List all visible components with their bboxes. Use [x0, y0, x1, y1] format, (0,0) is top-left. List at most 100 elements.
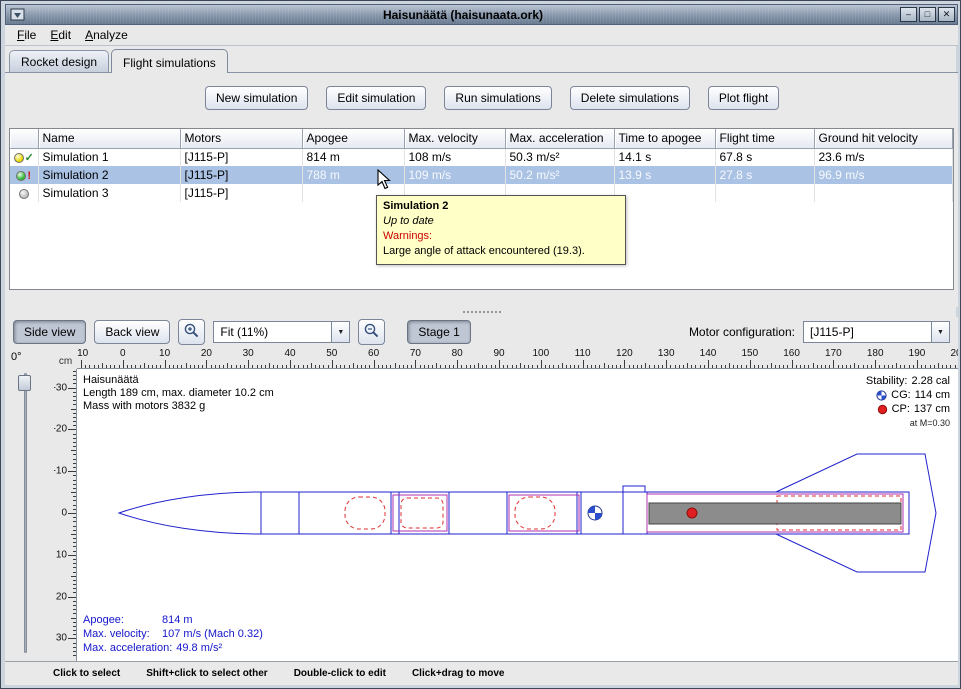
new-simulation-button[interactable]: New simulation	[205, 86, 308, 110]
ruler-tick	[395, 363, 396, 368]
ruler-tick	[311, 363, 312, 368]
zoom-select[interactable]: Fit (11%) ▼	[213, 321, 350, 343]
ruler-label: -10	[77, 348, 88, 359]
titlebar[interactable]: Haisunäätä (haisunaata.ork) – □ ✕	[5, 4, 958, 25]
table-cell[interactable]: Simulation 1	[38, 148, 180, 166]
ruler-tick	[223, 365, 224, 368]
table-cell[interactable]: [J115-P]	[180, 184, 302, 202]
table-cell[interactable]: 814 m	[302, 148, 404, 166]
menu-edit[interactable]: Edit	[43, 26, 78, 44]
ruler-tick	[457, 360, 458, 368]
table-cell[interactable]: [J115-P]	[180, 166, 302, 184]
table-cell[interactable]: [J115-P]	[180, 148, 302, 166]
slider-thumb[interactable]	[18, 375, 31, 391]
ruler-tick	[73, 496, 76, 497]
ruler-tick	[194, 365, 195, 368]
minimize-button[interactable]: –	[900, 7, 917, 22]
close-button[interactable]: ✕	[938, 7, 955, 22]
table-cell[interactable]	[614, 184, 715, 202]
plot-flight-button[interactable]: Plot flight	[708, 86, 779, 110]
menu-file[interactable]: File	[10, 26, 43, 44]
header-flight-time[interactable]: Flight time	[715, 129, 814, 148]
table-cell[interactable]: Simulation 2	[38, 166, 180, 184]
table-cell[interactable]	[715, 184, 814, 202]
chevron-down-icon[interactable]: ▼	[331, 322, 349, 342]
chevron-down-icon[interactable]: ▼	[931, 322, 949, 342]
maximize-button[interactable]: □	[919, 7, 936, 22]
table-cell[interactable]	[814, 184, 953, 202]
ruler-tick	[286, 365, 287, 368]
table-cell[interactable]: 67.8 s	[715, 148, 814, 166]
header-max-velocity[interactable]: Max. velocity	[404, 129, 505, 148]
motor-configuration-select[interactable]: [J115-P] ▼	[803, 321, 950, 343]
ruler-tick	[570, 365, 571, 368]
header-time-to-apogee[interactable]: Time to apogee	[614, 129, 715, 148]
ruler-tick	[328, 365, 329, 368]
ruler-tick	[73, 375, 76, 376]
table-cell[interactable]: 14.1 s	[614, 148, 715, 166]
max-acceleration-label: Max. acceleration:	[83, 641, 176, 655]
ruler-tick	[106, 365, 107, 368]
ruler-tick	[165, 360, 166, 368]
table-cell[interactable]: 108 m/s	[404, 148, 505, 166]
rotation-slider[interactable]	[17, 373, 33, 653]
ruler-tick	[604, 363, 605, 368]
ruler-tick	[374, 360, 375, 368]
table-row[interactable]: ✓Simulation 1[J115-P]814 m108 m/s50.3 m/…	[10, 148, 953, 166]
ruler-tick	[470, 365, 471, 368]
table-row[interactable]: !Simulation 2[J115-P]788 m109 m/s50.2 m/…	[10, 166, 953, 184]
header-ground-hit-velocity[interactable]: Ground hit velocity	[814, 129, 953, 148]
stage-1-toggle[interactable]: Stage 1	[407, 320, 470, 344]
side-view-button[interactable]: Side view	[13, 320, 86, 344]
ruler-tick	[558, 365, 559, 368]
ruler-tick	[599, 365, 600, 368]
ruler-tick	[813, 363, 814, 368]
ruler-tick	[81, 360, 82, 368]
ruler-tick	[403, 365, 404, 368]
header-motors[interactable]: Motors	[180, 129, 302, 148]
ruler-tick	[466, 365, 467, 368]
view-toolbar: Side view Back view Fit (11%) ▼ Stage 1 …	[5, 317, 958, 347]
header-status[interactable]	[10, 129, 38, 148]
apogee-value: 814 m	[162, 613, 193, 627]
ruler-tick	[73, 463, 76, 464]
ruler-tick	[68, 429, 76, 430]
back-view-button[interactable]: Back view	[94, 320, 170, 344]
menu-analyze[interactable]: Analyze	[78, 26, 135, 44]
table-cell[interactable]: 50.3 m/s²	[505, 148, 614, 166]
ruler-tick	[73, 392, 76, 393]
launch-lug[interactable]	[623, 486, 645, 492]
ruler-tick	[236, 365, 237, 368]
ruler-tick	[512, 365, 513, 368]
header-name[interactable]: Name	[38, 129, 180, 148]
stability-value: 2.28 cal	[911, 374, 950, 388]
zoom-out-button[interactable]	[358, 319, 385, 345]
ruler-tick	[591, 365, 592, 368]
header-apogee[interactable]: Apogee	[302, 129, 404, 148]
mouse-cursor	[377, 169, 393, 190]
header-max-acceleration[interactable]: Max. acceleration	[505, 129, 614, 148]
hint-double-click: Double-click to edit	[294, 668, 386, 679]
ruler-tick	[382, 365, 383, 368]
ruler-tick	[227, 363, 228, 368]
ruler-tick	[930, 365, 931, 368]
table-cell[interactable]: 27.8 s	[715, 166, 814, 184]
delete-simulations-button[interactable]: Delete simulations	[570, 86, 690, 110]
edit-simulation-button[interactable]: Edit simulation	[326, 86, 426, 110]
run-simulations-button[interactable]: Run simulations	[444, 86, 551, 110]
apogee-label: Apogee:	[83, 613, 162, 627]
ruler-tick	[507, 365, 508, 368]
ruler-tick	[73, 438, 76, 439]
rocket-canvas[interactable]: Haisunäätä Length 189 cm, max. diameter …	[77, 369, 958, 661]
tab-flight-simulations[interactable]: Flight simulations	[111, 49, 228, 73]
table-cell[interactable]: 96.9 m/s	[814, 166, 953, 184]
table-cell[interactable]: 109 m/s	[404, 166, 505, 184]
tab-rocket-design[interactable]: Rocket design	[9, 50, 109, 72]
zoom-in-button[interactable]	[178, 319, 205, 345]
splitter-handle[interactable]	[5, 307, 958, 317]
nose-cone[interactable]	[119, 492, 261, 534]
table-cell[interactable]: Simulation 3	[38, 184, 180, 202]
table-cell[interactable]: 23.6 m/s	[814, 148, 953, 166]
table-cell[interactable]: 13.9 s	[614, 166, 715, 184]
table-cell[interactable]: 50.2 m/s²	[505, 166, 614, 184]
